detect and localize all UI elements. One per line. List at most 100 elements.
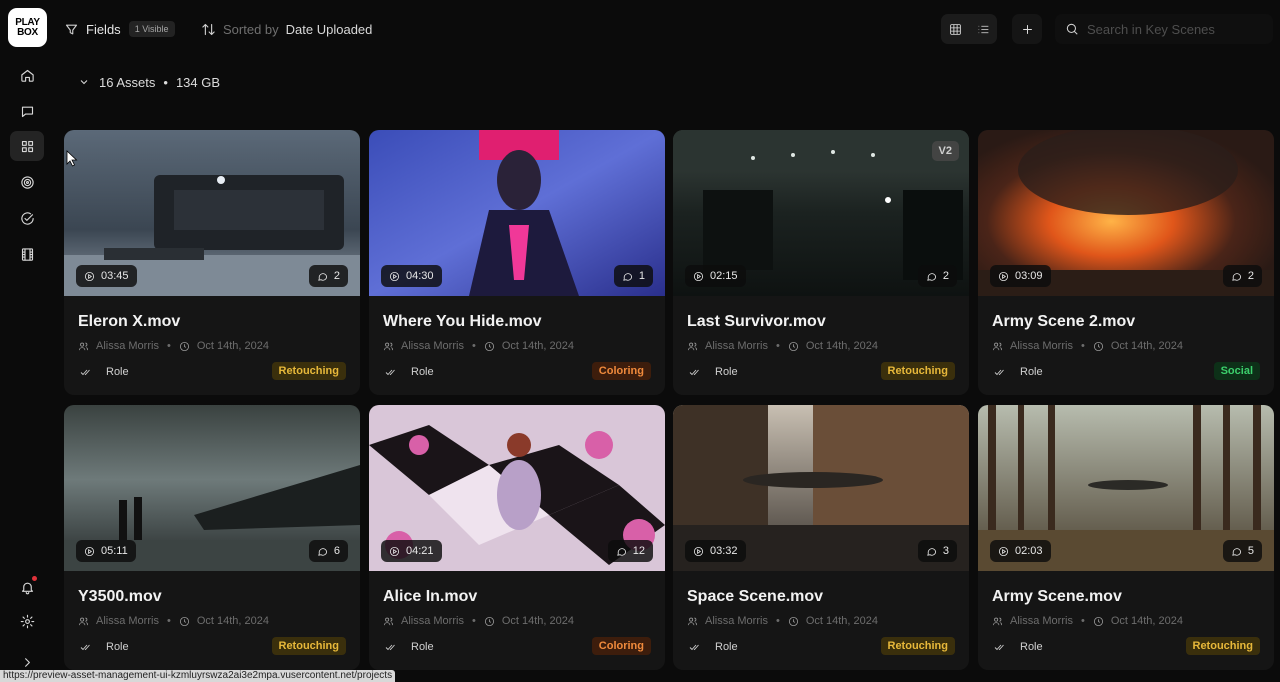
asset-thumbnail[interactable]: 04:30 1	[369, 130, 665, 296]
role-field[interactable]: Role	[385, 366, 434, 378]
sidebar-item-settings[interactable]	[10, 606, 44, 636]
asset-title[interactable]: Space Scene.mov	[687, 588, 823, 606]
role-field[interactable]: Role	[385, 641, 434, 653]
sidebar-item-home[interactable]	[10, 60, 44, 90]
asset-card[interactable]: 03:45 2 Eleron X.mov Alissa Morris • Oct 1…	[64, 130, 360, 395]
sort-arrows-icon	[202, 23, 215, 35]
asset-title[interactable]: Army Scene 2.mov	[992, 313, 1135, 331]
asset-author: Alissa Morris	[1010, 340, 1073, 352]
status-tag[interactable]: Social	[1213, 362, 1260, 380]
users-icon	[383, 617, 394, 625]
asset-meta: Alissa Morris • Oct 14th, 2024	[383, 615, 574, 627]
asset-card[interactable]: V2 02:15 2 Last Survivor.mov Alissa Morr…	[673, 130, 969, 395]
duration-text: 05:11	[101, 545, 128, 557]
clock-icon	[484, 341, 494, 351]
status-tag[interactable]: Retouching	[1185, 637, 1260, 655]
list-view-button[interactable]	[969, 14, 997, 44]
asset-thumbnail[interactable]: 03:45 2	[64, 130, 360, 296]
asset-meta: Alissa Morris • Oct 14th, 2024	[687, 340, 878, 352]
asset-title[interactable]: Army Scene.mov	[992, 588, 1122, 606]
play-icon	[389, 271, 400, 281]
sort-button[interactable]: Sorted by Date Uploaded	[201, 18, 372, 40]
comment-count-pill[interactable]: 1	[613, 265, 653, 287]
asset-meta: Alissa Morris • Oct 14th, 2024	[687, 615, 878, 627]
comment-count-pill[interactable]: 12	[607, 540, 653, 562]
asset-date: Oct 14th, 2024	[805, 340, 878, 352]
comment-count: 12	[632, 545, 645, 557]
meta-separator: •	[471, 615, 476, 627]
asset-thumbnail[interactable]: 05:11 6	[64, 405, 360, 571]
asset-date: Oct 14th, 2024	[1110, 615, 1183, 627]
asset-title[interactable]: Eleron X.mov	[78, 313, 180, 331]
comment-count-pill[interactable]: 6	[308, 540, 348, 562]
comment-count-pill[interactable]: 2	[917, 265, 957, 287]
asset-title[interactable]: Last Survivor.mov	[687, 313, 826, 331]
sorted-by-label: Sorted by	[223, 21, 279, 37]
sidebar-item-notifications[interactable]	[10, 572, 44, 602]
status-tag[interactable]: Coloring	[591, 637, 651, 655]
status-tag[interactable]: Retouching	[880, 637, 955, 655]
assets-summary[interactable]: 16 Assets • 134 GB	[78, 72, 220, 92]
duration-text: 04:21	[406, 545, 434, 557]
asset-card[interactable]: 05:11 6 Y3500.mov Alissa Morris • Oct 14th…	[64, 405, 360, 670]
sidebar-item-assets[interactable]	[10, 131, 44, 161]
sidebar-item-media[interactable]	[10, 239, 44, 269]
asset-date: Oct 14th, 2024	[196, 340, 269, 352]
comment-count: 2	[942, 270, 949, 282]
sidebar-item-tasks[interactable]	[10, 203, 44, 233]
meta-separator: •	[166, 340, 171, 352]
asset-thumbnail[interactable]: 02:03 5	[978, 405, 1274, 571]
users-icon	[78, 617, 89, 625]
asset-title[interactable]: Alice In.mov	[383, 588, 477, 606]
duration-pill: 03:09	[990, 265, 1051, 287]
app-logo[interactable]: PLAY BOX	[8, 8, 47, 47]
asset-card[interactable]: 02:03 5 Army Scene.mov Alissa Morris • Oct…	[978, 405, 1274, 670]
asset-thumbnail[interactable]: V2 02:15 2	[673, 130, 969, 296]
asset-title[interactable]: Y3500.mov	[78, 588, 162, 606]
comment-count-pill[interactable]: 2	[1222, 265, 1262, 287]
duration-text: 03:45	[101, 270, 129, 282]
role-field[interactable]: Role	[80, 641, 129, 653]
role-field[interactable]: Role	[994, 641, 1043, 653]
grid-icon	[21, 140, 33, 152]
add-button[interactable]	[1012, 14, 1042, 44]
role-field[interactable]: Role	[80, 366, 129, 378]
comment-count-pill[interactable]: 5	[1222, 540, 1262, 562]
asset-card[interactable]: 03:09 2 Army Scene 2.mov Alissa Morris • O…	[978, 130, 1274, 395]
asset-thumbnail[interactable]: 03:09 2	[978, 130, 1274, 296]
search-input[interactable]	[1087, 21, 1267, 37]
asset-card[interactable]: 03:32 3 Space Scene.mov Alissa Morris • Oc…	[673, 405, 969, 670]
comment-icon	[927, 547, 936, 556]
status-tag[interactable]: Retouching	[271, 637, 346, 655]
asset-title[interactable]: Where You Hide.mov	[383, 313, 542, 331]
version-badge[interactable]: V2	[931, 141, 959, 161]
status-tag[interactable]: Coloring	[591, 362, 651, 380]
role-field[interactable]: Role	[689, 366, 738, 378]
film-icon	[21, 247, 33, 261]
asset-author: Alissa Morris	[705, 340, 768, 352]
double-check-icon	[385, 644, 395, 651]
comment-count-pill[interactable]: 2	[308, 265, 348, 287]
meta-separator: •	[471, 340, 476, 352]
role-label: Role	[1020, 641, 1043, 653]
role-field[interactable]: Role	[689, 641, 738, 653]
sidebar-item-targets[interactable]	[10, 167, 44, 197]
asset-card[interactable]: 04:30 1 Where You Hide.mov Alissa Morris…	[369, 130, 665, 395]
comment-count: 6	[333, 545, 340, 557]
comment-count-pill[interactable]: 3	[917, 540, 957, 562]
double-check-icon	[689, 369, 699, 376]
asset-author: Alissa Morris	[96, 615, 159, 627]
fields-button[interactable]: Fields 1 Visible	[64, 18, 175, 40]
grid-view-button[interactable]	[941, 14, 969, 44]
asset-thumbnail[interactable]: 03:32 3	[673, 405, 969, 571]
role-label: Role	[411, 366, 434, 378]
status-tag[interactable]: Retouching	[880, 362, 955, 380]
asset-thumbnail[interactable]: 04:21 12	[369, 405, 665, 571]
role-field[interactable]: Role	[994, 366, 1043, 378]
sidebar-item-messages[interactable]	[10, 96, 44, 126]
clock-icon	[788, 616, 798, 626]
view-toggle	[941, 14, 997, 44]
asset-card[interactable]: 04:21 12 Alice In.mov Alissa Morris • Oct …	[369, 405, 665, 670]
fields-label: Fields	[86, 21, 121, 37]
status-tag[interactable]: Retouching	[271, 362, 346, 380]
